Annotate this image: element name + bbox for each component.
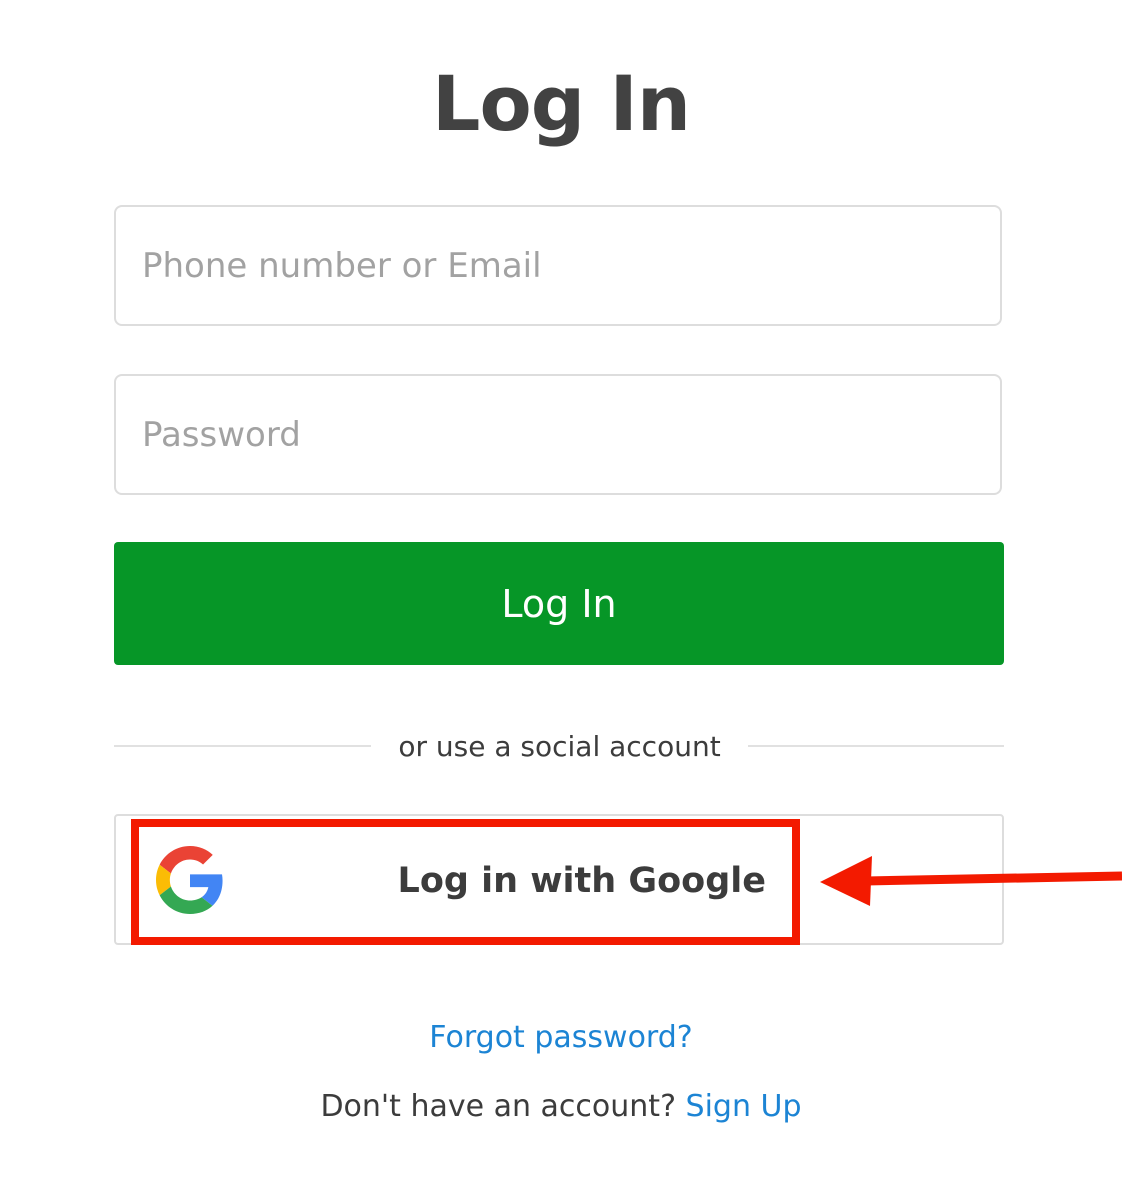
no-account-text: Don't have an account?: [320, 1089, 676, 1124]
divider-line-left: [114, 745, 371, 747]
login-button[interactable]: Log In: [114, 542, 1004, 665]
social-divider-text: or use a social account: [398, 730, 721, 763]
email-input[interactable]: [114, 205, 1002, 326]
google-login-label: Log in with Google: [397, 861, 766, 901]
signup-link[interactable]: Sign Up: [686, 1089, 802, 1124]
google-login-button[interactable]: Log in with Google: [114, 814, 1004, 945]
page-title: Log In: [432, 59, 691, 148]
google-g-icon: [156, 846, 223, 914]
divider-line-right: [748, 745, 1004, 747]
forgot-password-link[interactable]: Forgot password?: [0, 1016, 1122, 1060]
password-input[interactable]: [114, 374, 1002, 495]
signup-row: Don't have an account? Sign Up: [0, 1085, 1122, 1129]
login-page: Log In Log In or use a social account Lo…: [0, 0, 1122, 1180]
